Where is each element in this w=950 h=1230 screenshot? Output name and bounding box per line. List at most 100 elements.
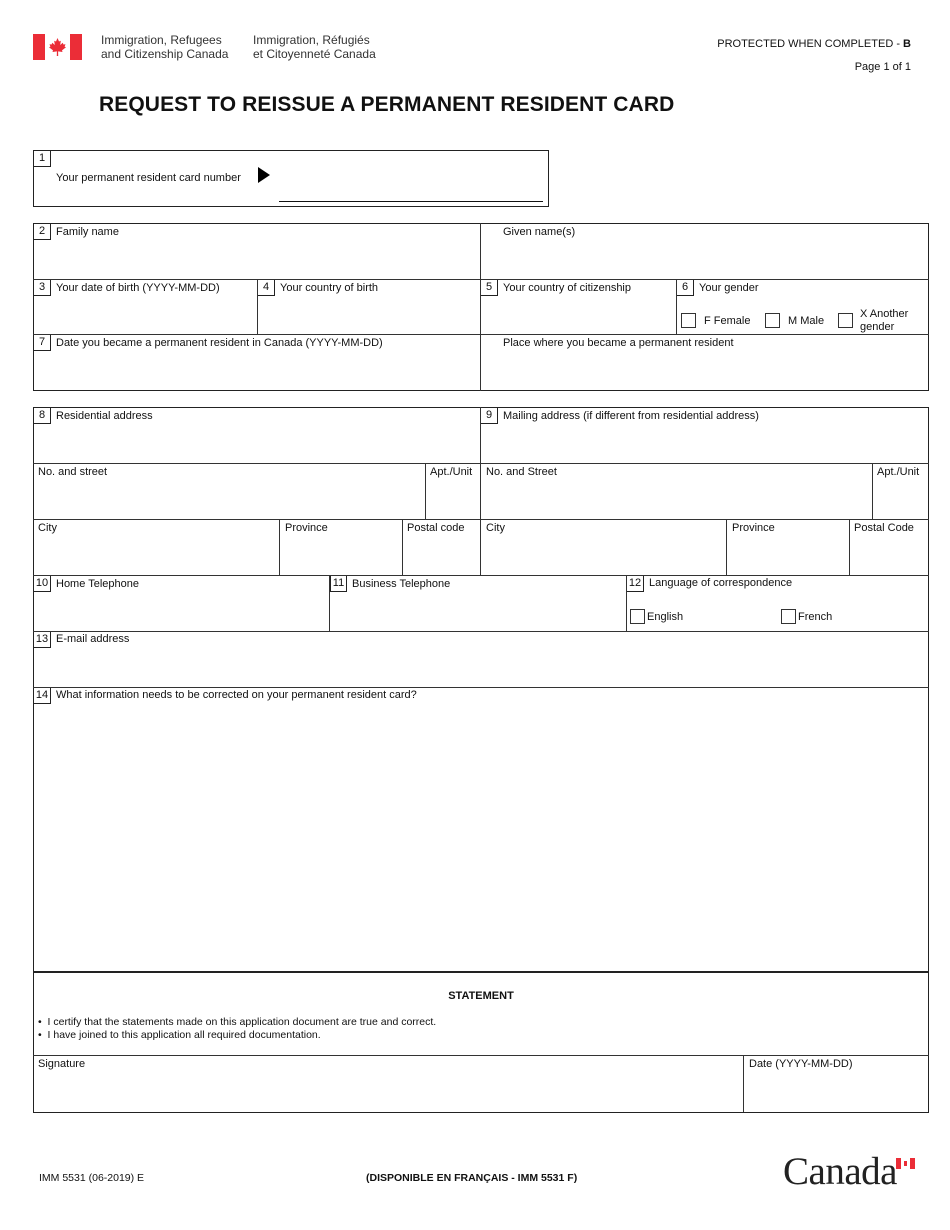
field-number-9: 9	[481, 408, 498, 424]
field-number-5: 5	[481, 280, 498, 296]
statement-item-text: I certify that the statements made on th…	[47, 1016, 437, 1028]
gender-female-label: F Female	[704, 315, 751, 327]
mailing-province-field[interactable]: Province	[727, 520, 849, 575]
field-number-11: 11	[330, 576, 347, 592]
correction-details-field[interactable]: 14 What information needs to be correcte…	[34, 688, 928, 971]
home-telephone-label: Home Telephone	[56, 578, 139, 590]
family-name-label: Family name	[56, 226, 119, 238]
business-telephone-label: Business Telephone	[352, 578, 451, 590]
pr-date-field[interactable]: 7 Date you became a permanent resident i…	[34, 335, 480, 390]
residential-address-label: Residential address	[56, 410, 153, 422]
pr-card-number-label: Your permanent resident card number	[56, 172, 241, 184]
signature-date-label: Date (YYYY-MM-DD)	[749, 1058, 853, 1070]
bullet-icon: •	[38, 1016, 48, 1028]
residential-postal-label: Postal code	[407, 522, 465, 534]
residential-city-field[interactable]: City	[34, 520, 279, 575]
protected-label: PROTECTED WHEN COMPLETED -	[717, 38, 904, 50]
email-label: E-mail address	[56, 633, 130, 645]
mailing-city-label: City	[486, 522, 505, 534]
signature-field[interactable]: Signature	[34, 1056, 743, 1112]
gender-another-label: X Another gender	[860, 308, 908, 334]
field-number-1: 1	[34, 151, 51, 167]
statement-item: • I have joined to this application all …	[38, 1029, 321, 1042]
page-indicator: Page 1 of 1	[854, 61, 911, 73]
canada-wordmark: Canada	[783, 1150, 923, 1195]
mailing-postal-label: Postal Code	[854, 522, 914, 534]
language-english-checkbox[interactable]	[630, 609, 645, 624]
field-number-4: 4	[258, 280, 275, 296]
language-english-label: English	[647, 611, 684, 623]
arrow-right-icon	[258, 167, 270, 183]
business-telephone-field[interactable]: 11 Business Telephone	[330, 576, 626, 631]
country-of-citizenship-label: Your country of citizenship	[503, 282, 631, 294]
mailing-address-header: 9 Mailing address (if different from res…	[481, 408, 928, 463]
residential-province-label: Province	[285, 522, 328, 534]
department-name-en: Immigration, Refugees and Citizenship Ca…	[101, 33, 228, 61]
field-number-12: 12	[627, 576, 644, 592]
mailing-postal-field[interactable]: Postal Code	[850, 520, 928, 575]
language-field: 12 Language of correspondence English Fr…	[627, 576, 928, 631]
language-label: Language of correspondence	[649, 577, 793, 589]
given-names-field[interactable]: Given name(s)	[481, 224, 928, 279]
residential-street-label: No. and street	[38, 466, 108, 478]
field-number-13: 13	[34, 632, 51, 648]
residential-street-field[interactable]: No. and street	[34, 464, 425, 519]
flag-right-bar	[70, 34, 82, 60]
language-french-checkbox[interactable]	[781, 609, 796, 624]
field-number-3: 3	[34, 280, 51, 296]
home-telephone-field[interactable]: 10 Home Telephone	[34, 576, 329, 631]
maple-leaf-icon	[49, 38, 66, 56]
flag-left-bar	[33, 34, 45, 60]
field-number-14: 14	[34, 688, 51, 704]
bullet-icon: •	[38, 1029, 48, 1041]
country-of-birth-label: Your country of birth	[280, 282, 379, 294]
gender-male-checkbox[interactable]	[765, 313, 780, 328]
date-of-birth-field[interactable]: 3 Your date of birth (YYYY-MM-DD)	[34, 280, 257, 334]
statement-title: STATEMENT	[448, 990, 514, 1002]
protected-level: B	[903, 38, 911, 50]
country-of-birth-field[interactable]: 4 Your country of birth	[258, 280, 480, 334]
mailing-apt-label: Apt./Unit	[877, 466, 920, 478]
correction-details-label: What information needs to be corrected o…	[56, 689, 417, 701]
mailing-street-label: No. and Street	[486, 466, 557, 478]
pr-card-number-section: 1 Your permanent resident card number	[33, 150, 549, 207]
field-number-2: 2	[34, 224, 51, 240]
residential-postal-field[interactable]: Postal code	[403, 520, 480, 575]
canada-wordmark-text: Canada	[783, 1150, 897, 1193]
gender-field: 6 Your gender F Female M Male X Another …	[677, 280, 928, 334]
pr-place-label: Place where you became a permanent resid…	[503, 337, 734, 349]
given-names-label: Given name(s)	[503, 226, 576, 238]
signature-label: Signature	[38, 1058, 86, 1070]
statement-item: • I certify that the statements made on …	[38, 1016, 436, 1029]
wordmark-flag-icon	[896, 1158, 915, 1169]
country-of-citizenship-field[interactable]: 5 Your country of citizenship	[481, 280, 676, 334]
department-name-fr: Immigration, Réfugiés et Citoyenneté Can…	[253, 33, 376, 61]
mailing-apt-field[interactable]: Apt./Unit	[873, 464, 928, 519]
residential-address-header: 8 Residential address	[34, 408, 480, 463]
residential-city-label: City	[38, 522, 57, 534]
mailing-city-field[interactable]: City	[481, 520, 726, 575]
residential-apt-field[interactable]: Apt./Unit	[426, 464, 480, 519]
department-en-line1: Immigration, Refugees	[101, 33, 222, 47]
gender-another-line1: X Another	[860, 308, 909, 320]
french-availability-notice: (DISPONIBLE EN FRANÇAIS - IMM 5531 F)	[366, 1172, 578, 1184]
gender-another-checkbox[interactable]	[838, 313, 853, 328]
pr-place-field[interactable]: Place where you became a permanent resid…	[481, 335, 928, 390]
field-number-6: 6	[677, 280, 694, 296]
department-en-line2: and Citizenship Canada	[101, 47, 229, 61]
field-number-8: 8	[34, 408, 51, 424]
email-field[interactable]: 13 E-mail address	[34, 632, 928, 687]
pr-date-label: Date you became a permanent resident in …	[56, 337, 383, 349]
department-fr-line2: et Citoyenneté Canada	[253, 47, 376, 61]
mailing-province-label: Province	[732, 522, 775, 534]
mailing-street-field[interactable]: No. and Street	[481, 464, 872, 519]
gender-female-checkbox[interactable]	[681, 313, 696, 328]
family-name-field[interactable]: 2 Family name	[34, 224, 480, 279]
signature-date-field[interactable]: Date (YYYY-MM-DD)	[744, 1056, 928, 1112]
government-flag-logo	[33, 34, 82, 60]
field-number-7: 7	[34, 335, 51, 351]
pr-card-number-input[interactable]	[279, 169, 543, 202]
language-french-label: French	[798, 611, 833, 623]
residential-province-field[interactable]: Province	[280, 520, 402, 575]
form-code: IMM 5531 (06-2019) E	[39, 1172, 145, 1184]
